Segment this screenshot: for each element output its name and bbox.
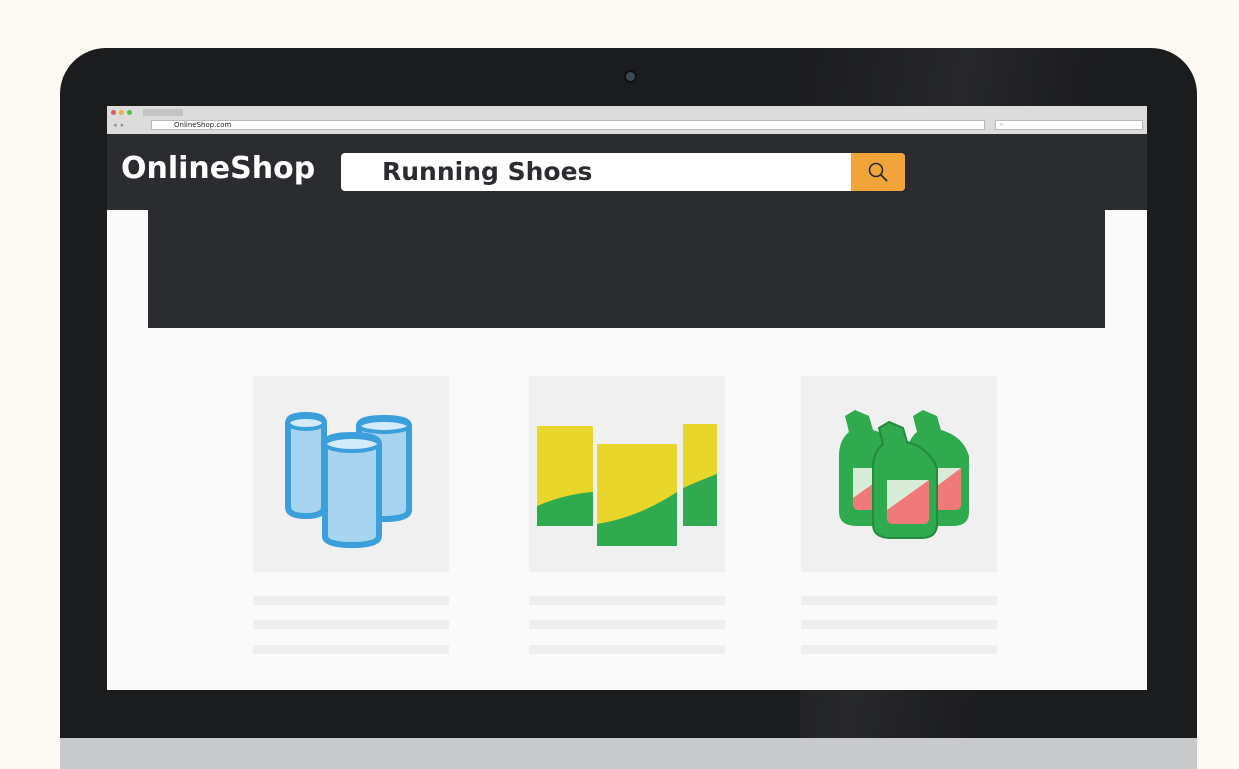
product-title-placeholder: [253, 596, 449, 605]
product-card[interactable]: [801, 376, 997, 654]
product-price-placeholder: [801, 645, 997, 654]
close-window-icon[interactable]: [111, 110, 116, 115]
search-icon: [868, 162, 888, 182]
product-title-placeholder: [529, 596, 725, 605]
product-image[interactable]: [253, 376, 449, 572]
product-detail-placeholder: [529, 620, 725, 629]
laptop-base: [60, 738, 1197, 769]
site-header: OnlineShop Running Shoes: [107, 134, 1147, 210]
product-image[interactable]: [529, 376, 725, 572]
product-price-placeholder: [529, 645, 725, 654]
laptop-screen: ◂ ▸ OnlineShop.com ⌕ OnlineShop Running …: [107, 106, 1147, 690]
browser-search-field[interactable]: ⌕: [995, 120, 1143, 130]
boxes-icon: [537, 424, 717, 546]
cans-icon: [285, 411, 412, 549]
back-forward-arrows-icon[interactable]: ◂ ▸: [113, 120, 125, 130]
browser-search-icon: ⌕: [1000, 121, 1004, 128]
search-input[interactable]: Running Shoes: [382, 153, 592, 191]
product-price-placeholder: [253, 645, 449, 654]
product-title-placeholder: [801, 596, 997, 605]
product-detail-placeholder: [801, 620, 997, 629]
maximize-window-icon[interactable]: [127, 110, 132, 115]
bottles-icon: [839, 410, 969, 539]
hero-banner: [148, 210, 1105, 328]
address-bar[interactable]: OnlineShop.com: [151, 120, 985, 130]
address-bar-url: OnlineShop.com: [174, 121, 232, 129]
product-search-box[interactable]: Running Shoes: [341, 153, 905, 191]
product-card[interactable]: [253, 376, 449, 654]
webcam-icon: [624, 70, 637, 83]
browser-tab[interactable]: [143, 109, 183, 116]
product-detail-placeholder: [253, 620, 449, 629]
product-image[interactable]: [801, 376, 997, 572]
search-button[interactable]: [851, 153, 905, 191]
minimize-window-icon[interactable]: [119, 110, 124, 115]
product-card[interactable]: [529, 376, 725, 654]
site-logo[interactable]: OnlineShop: [121, 151, 315, 186]
browser-chrome: ◂ ▸ OnlineShop.com ⌕: [107, 106, 1147, 134]
